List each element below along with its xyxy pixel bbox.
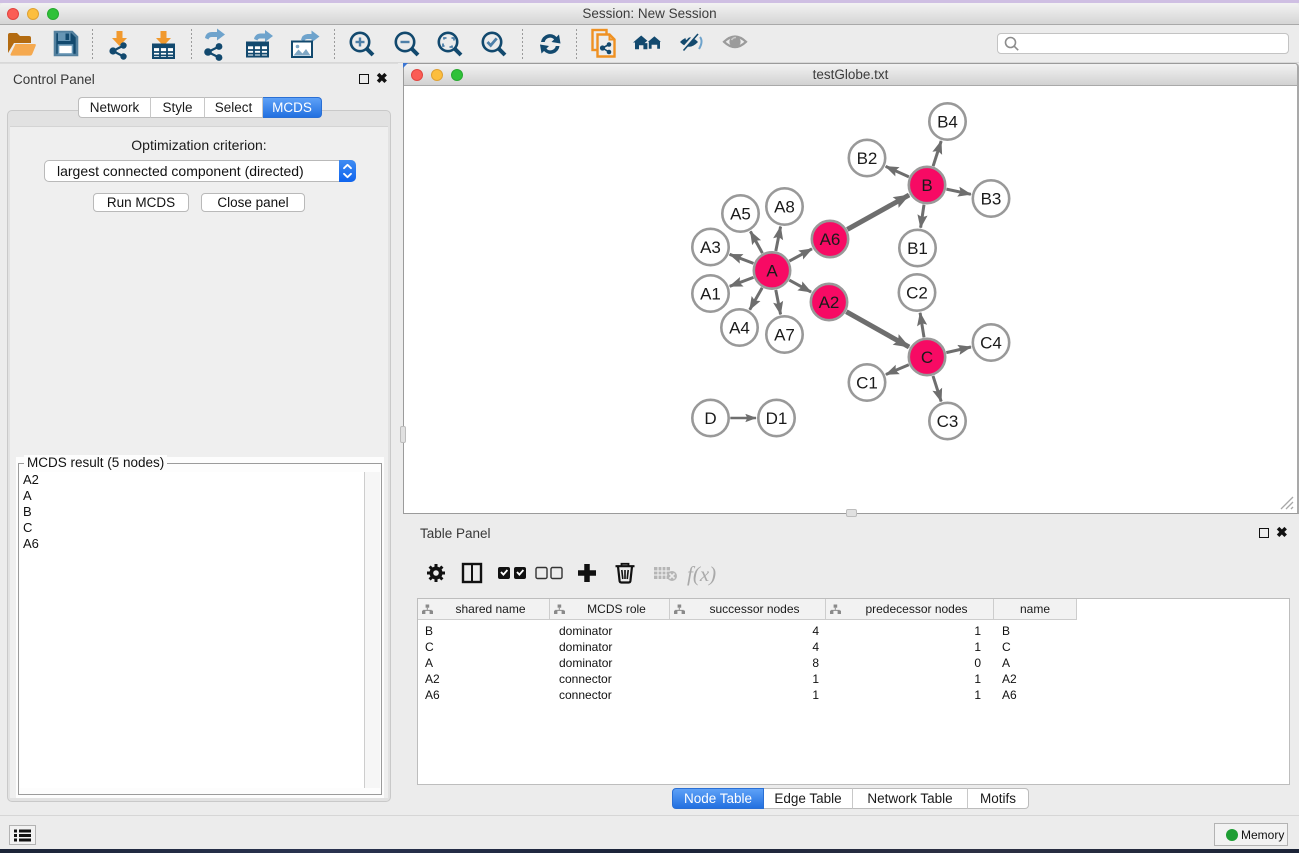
svg-text:B1: B1 (907, 239, 928, 258)
svg-text:A6: A6 (820, 230, 841, 249)
svg-text:C1: C1 (856, 374, 878, 393)
svg-text:D: D (704, 409, 716, 428)
svg-text:A5: A5 (730, 205, 751, 224)
svg-text:B2: B2 (857, 149, 878, 168)
svg-text:A4: A4 (729, 319, 750, 338)
svg-text:C4: C4 (980, 334, 1002, 353)
svg-text:B3: B3 (981, 190, 1002, 209)
svg-text:A7: A7 (774, 326, 795, 345)
svg-text:C: C (921, 348, 933, 367)
svg-text:A8: A8 (774, 198, 795, 217)
svg-text:B: B (921, 176, 932, 195)
svg-text:A3: A3 (700, 238, 721, 257)
svg-text:C3: C3 (937, 412, 959, 431)
svg-text:C2: C2 (906, 284, 928, 303)
svg-text:D1: D1 (766, 409, 788, 428)
svg-text:A2: A2 (819, 293, 840, 312)
svg-text:A: A (766, 262, 778, 281)
svg-text:B4: B4 (937, 113, 958, 132)
svg-text:A1: A1 (700, 285, 721, 304)
